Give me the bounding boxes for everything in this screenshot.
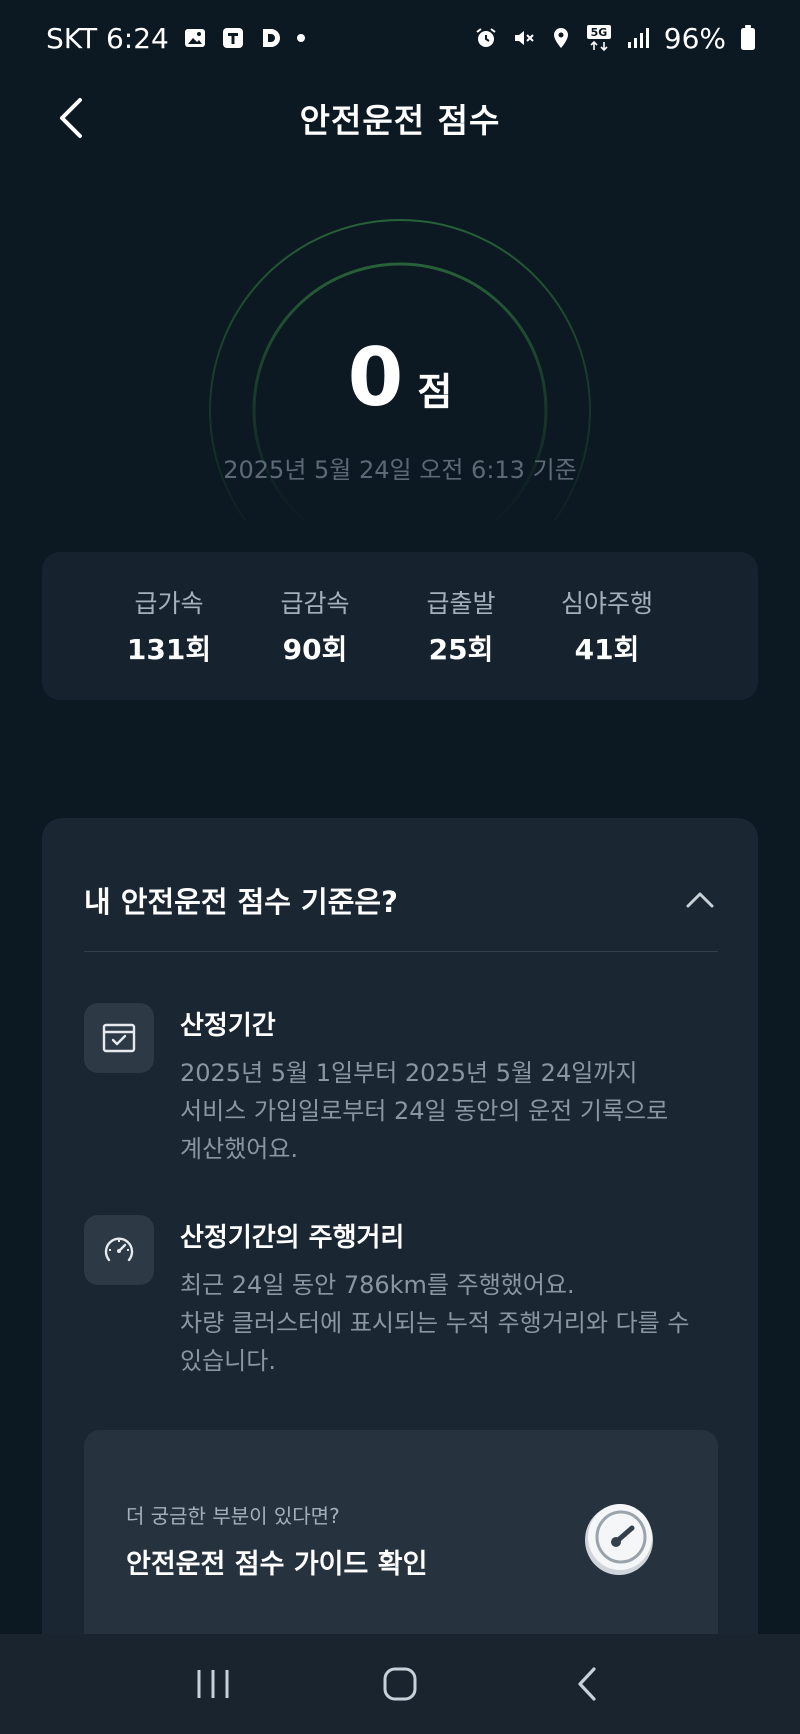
guide-link-card[interactable]: 더 궁금한 부분이 있다면? 안전운전 점수 가이드 확인 xyxy=(84,1430,718,1650)
recent-apps-button[interactable] xyxy=(183,1654,243,1714)
stat-value: 131회 xyxy=(126,633,212,666)
svg-text:5G: 5G xyxy=(590,26,607,39)
guide-subtitle: 더 궁금한 부분이 있다면? xyxy=(126,1504,340,1528)
mute-icon xyxy=(512,26,536,50)
stat-value: 25회 xyxy=(428,633,494,666)
recent-apps-icon xyxy=(197,1670,229,1698)
score-area: 0 점 2025년 5월 24일 오전 6:13 기준 xyxy=(0,200,800,520)
info-line: 2025년 5월 1일부터 2025년 5월 24일까지 xyxy=(180,1059,638,1087)
stat-night-driving: 심야주행 41회 xyxy=(534,584,680,668)
info-line: 있습니다. xyxy=(180,1347,276,1375)
location-icon xyxy=(550,26,572,50)
system-nav-bar xyxy=(0,1634,800,1734)
stat-label: 급감속 xyxy=(280,589,350,618)
stat-value: 90회 xyxy=(282,633,348,666)
status-bar: SKT 6:24 5G 96% xyxy=(0,0,800,76)
signal-icon xyxy=(626,26,650,50)
chevron-left-icon xyxy=(60,98,82,138)
battery-icon xyxy=(740,25,756,51)
criteria-title: 내 안전운전 점수 기준은? xyxy=(84,885,398,919)
stat-label: 급가속 xyxy=(134,589,204,618)
info-text: 산정기간의 주행거리 최근 24일 동안 786km를 주행했어요. 차량 클러… xyxy=(180,1217,740,1380)
criteria-accordion-header[interactable]: 내 안전운전 점수 기준은? xyxy=(84,870,720,930)
score-unit: 점 xyxy=(417,370,453,414)
stat-value: 41회 xyxy=(574,633,640,666)
chevron-up-icon[interactable] xyxy=(680,880,720,920)
stat-rapid-start: 급출발 25회 xyxy=(388,584,534,668)
score-criteria-card: 내 안전운전 점수 기준은? 산정기간 2025년 5월 1일부터 2025년 … xyxy=(42,818,758,1734)
speedometer-icon xyxy=(84,1215,154,1285)
score-display: 0 점 xyxy=(0,338,800,418)
info-title: 산정기간 xyxy=(180,1011,276,1041)
home-icon xyxy=(383,1667,417,1701)
notification-dot-icon xyxy=(296,34,305,42)
alarm-icon xyxy=(474,26,498,50)
5g-icon: 5G xyxy=(586,24,612,52)
stat-rapid-deceleration: 급감속 90회 xyxy=(242,584,388,668)
info-text: 산정기간 2025년 5월 1일부터 2025년 5월 24일까지 서비스 가입… xyxy=(180,1005,740,1168)
battery-percent: 96% xyxy=(663,21,726,55)
status-bar-right: 5G 96% xyxy=(474,22,756,55)
score-as-of-date: 2025년 5월 24일 오전 6:13 기준 xyxy=(223,456,577,484)
stat-label: 급출발 xyxy=(426,589,496,618)
divider xyxy=(84,951,718,952)
info-line: 차량 클러스터에 표시되는 누적 주행거리와 다를 수 xyxy=(180,1309,690,1337)
home-button[interactable] xyxy=(370,1654,430,1714)
app-header: 안전운전 점수 xyxy=(0,76,800,160)
page-title: 안전운전 점수 xyxy=(299,101,501,140)
carrier-time: SKT 6:24 xyxy=(46,21,169,55)
d-app-icon xyxy=(259,26,283,50)
info-line: 계산했어요. xyxy=(180,1135,299,1163)
stat-label: 심야주행 xyxy=(560,589,653,618)
back-button[interactable] xyxy=(48,94,92,142)
info-line: 최근 24일 동안 786km를 주행했어요. xyxy=(180,1271,575,1299)
t-app-icon xyxy=(221,26,245,50)
calendar-check-icon xyxy=(84,1003,154,1073)
info-title: 산정기간의 주행거리 xyxy=(180,1223,405,1253)
gauge-illustration-icon xyxy=(580,1496,658,1582)
driving-stats-card: 급가속 131회 급감속 90회 급출발 25회 심야주행 41회 xyxy=(42,552,758,700)
system-back-button[interactable] xyxy=(557,1654,617,1714)
guide-title: 안전운전 점수 가이드 확인 xyxy=(126,1549,428,1580)
gallery-icon xyxy=(183,26,207,50)
score-value: 0 xyxy=(347,331,404,424)
status-bar-left: SKT 6:24 xyxy=(46,22,305,55)
stat-rapid-acceleration: 급가속 131회 xyxy=(96,584,242,668)
info-line: 서비스 가입일로부터 24일 동안의 운전 기록으로 xyxy=(180,1097,669,1125)
back-arrow-icon xyxy=(578,1667,596,1701)
